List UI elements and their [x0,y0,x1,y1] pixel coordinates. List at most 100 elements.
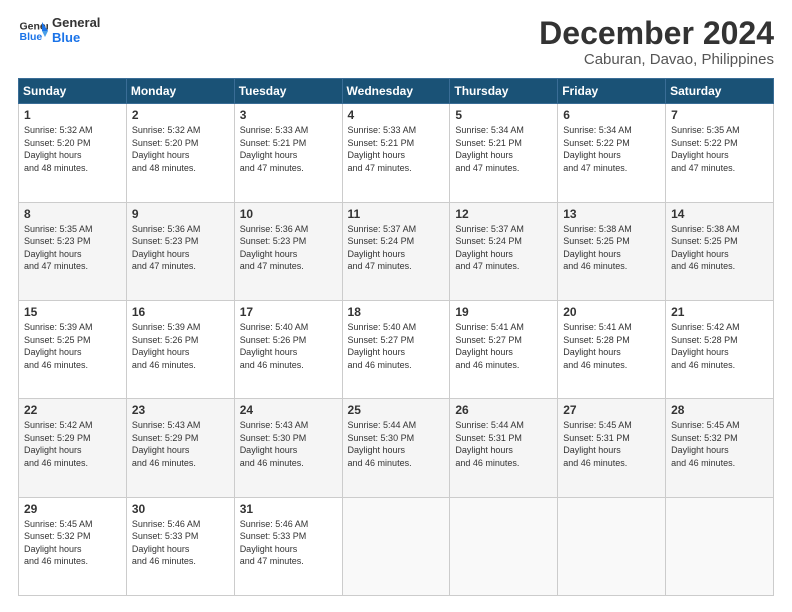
day-number: 19 [455,305,552,319]
day-number: 12 [455,207,552,221]
day-cell-18: 18 Sunrise: 5:40 AMSunset: 5:27 PMDaylig… [342,300,450,398]
day-number: 7 [671,108,768,122]
day-info: Sunrise: 5:41 AMSunset: 5:28 PMDaylight … [563,322,632,370]
day-info: Sunrise: 5:35 AMSunset: 5:22 PMDaylight … [671,125,740,173]
empty-cell-w4-d4 [450,497,558,595]
day-info: Sunrise: 5:34 AMSunset: 5:22 PMDaylight … [563,125,632,173]
day-cell-24: 24 Sunrise: 5:43 AMSunset: 5:30 PMDaylig… [234,399,342,497]
day-cell-29: 29 Sunrise: 5:45 AMSunset: 5:32 PMDaylig… [19,497,127,595]
day-cell-22: 22 Sunrise: 5:42 AMSunset: 5:29 PMDaylig… [19,399,127,497]
logo-line1: General [52,16,100,31]
day-number: 21 [671,305,768,319]
day-number: 27 [563,403,660,417]
logo-icon: General Blue [18,16,48,46]
day-cell-3: 3 Sunrise: 5:33 AMSunset: 5:21 PMDayligh… [234,104,342,202]
day-info: Sunrise: 5:38 AMSunset: 5:25 PMDaylight … [563,224,632,272]
day-info: Sunrise: 5:46 AMSunset: 5:33 PMDaylight … [132,519,201,567]
day-info: Sunrise: 5:39 AMSunset: 5:25 PMDaylight … [24,322,93,370]
day-cell-8: 8 Sunrise: 5:35 AMSunset: 5:23 PMDayligh… [19,202,127,300]
day-number: 15 [24,305,121,319]
day-number: 5 [455,108,552,122]
week-row-2: 8 Sunrise: 5:35 AMSunset: 5:23 PMDayligh… [19,202,774,300]
day-number: 18 [348,305,445,319]
day-info: Sunrise: 5:41 AMSunset: 5:27 PMDaylight … [455,322,524,370]
day-info: Sunrise: 5:39 AMSunset: 5:26 PMDaylight … [132,322,201,370]
weekday-header-row: Sunday Monday Tuesday Wednesday Thursday… [19,79,774,104]
day-number: 4 [348,108,445,122]
day-number: 8 [24,207,121,221]
empty-cell-w4-d6 [666,497,774,595]
day-cell-25: 25 Sunrise: 5:44 AMSunset: 5:30 PMDaylig… [342,399,450,497]
day-info: Sunrise: 5:43 AMSunset: 5:30 PMDaylight … [240,420,309,468]
day-cell-4: 4 Sunrise: 5:33 AMSunset: 5:21 PMDayligh… [342,104,450,202]
day-info: Sunrise: 5:34 AMSunset: 5:21 PMDaylight … [455,125,524,173]
day-number: 6 [563,108,660,122]
page: General Blue General Blue December 2024 … [0,0,792,612]
day-number: 22 [24,403,121,417]
day-number: 11 [348,207,445,221]
header-tuesday: Tuesday [234,79,342,104]
day-cell-15: 15 Sunrise: 5:39 AMSunset: 5:25 PMDaylig… [19,300,127,398]
day-info: Sunrise: 5:44 AMSunset: 5:31 PMDaylight … [455,420,524,468]
day-cell-28: 28 Sunrise: 5:45 AMSunset: 5:32 PMDaylig… [666,399,774,497]
day-cell-2: 2 Sunrise: 5:32 AMSunset: 5:20 PMDayligh… [126,104,234,202]
header: General Blue General Blue December 2024 … [18,16,774,68]
day-number: 3 [240,108,337,122]
day-cell-12: 12 Sunrise: 5:37 AMSunset: 5:24 PMDaylig… [450,202,558,300]
day-info: Sunrise: 5:40 AMSunset: 5:26 PMDaylight … [240,322,309,370]
day-info: Sunrise: 5:33 AMSunset: 5:21 PMDaylight … [348,125,417,173]
day-cell-16: 16 Sunrise: 5:39 AMSunset: 5:26 PMDaylig… [126,300,234,398]
day-info: Sunrise: 5:44 AMSunset: 5:30 PMDaylight … [348,420,417,468]
header-thursday: Thursday [450,79,558,104]
empty-cell-w4-d3 [342,497,450,595]
day-info: Sunrise: 5:46 AMSunset: 5:33 PMDaylight … [240,519,309,567]
day-cell-7: 7 Sunrise: 5:35 AMSunset: 5:22 PMDayligh… [666,104,774,202]
day-number: 17 [240,305,337,319]
day-cell-10: 10 Sunrise: 5:36 AMSunset: 5:23 PMDaylig… [234,202,342,300]
day-info: Sunrise: 5:42 AMSunset: 5:29 PMDaylight … [24,420,93,468]
day-cell-6: 6 Sunrise: 5:34 AMSunset: 5:22 PMDayligh… [558,104,666,202]
day-number: 30 [132,502,229,516]
day-cell-26: 26 Sunrise: 5:44 AMSunset: 5:31 PMDaylig… [450,399,558,497]
day-info: Sunrise: 5:33 AMSunset: 5:21 PMDaylight … [240,125,309,173]
day-number: 25 [348,403,445,417]
day-number: 26 [455,403,552,417]
day-info: Sunrise: 5:42 AMSunset: 5:28 PMDaylight … [671,322,740,370]
day-cell-27: 27 Sunrise: 5:45 AMSunset: 5:31 PMDaylig… [558,399,666,497]
day-number: 9 [132,207,229,221]
day-info: Sunrise: 5:36 AMSunset: 5:23 PMDaylight … [132,224,201,272]
day-info: Sunrise: 5:38 AMSunset: 5:25 PMDaylight … [671,224,740,272]
header-wednesday: Wednesday [342,79,450,104]
day-info: Sunrise: 5:36 AMSunset: 5:23 PMDaylight … [240,224,309,272]
day-cell-20: 20 Sunrise: 5:41 AMSunset: 5:28 PMDaylig… [558,300,666,398]
day-cell-21: 21 Sunrise: 5:42 AMSunset: 5:28 PMDaylig… [666,300,774,398]
week-row-3: 15 Sunrise: 5:39 AMSunset: 5:25 PMDaylig… [19,300,774,398]
day-number: 13 [563,207,660,221]
day-cell-11: 11 Sunrise: 5:37 AMSunset: 5:24 PMDaylig… [342,202,450,300]
day-info: Sunrise: 5:32 AMSunset: 5:20 PMDaylight … [24,125,93,173]
header-saturday: Saturday [666,79,774,104]
day-cell-5: 5 Sunrise: 5:34 AMSunset: 5:21 PMDayligh… [450,104,558,202]
day-number: 29 [24,502,121,516]
day-cell-19: 19 Sunrise: 5:41 AMSunset: 5:27 PMDaylig… [450,300,558,398]
day-info: Sunrise: 5:45 AMSunset: 5:32 PMDaylight … [24,519,93,567]
day-cell-23: 23 Sunrise: 5:43 AMSunset: 5:29 PMDaylig… [126,399,234,497]
day-info: Sunrise: 5:40 AMSunset: 5:27 PMDaylight … [348,322,417,370]
day-number: 16 [132,305,229,319]
day-info: Sunrise: 5:45 AMSunset: 5:32 PMDaylight … [671,420,740,468]
day-number: 31 [240,502,337,516]
day-number: 2 [132,108,229,122]
day-number: 20 [563,305,660,319]
day-number: 23 [132,403,229,417]
day-cell-31: 31 Sunrise: 5:46 AMSunset: 5:33 PMDaylig… [234,497,342,595]
logo-line2: Blue [52,31,100,46]
subtitle: Caburan, Davao, Philippines [539,51,774,68]
day-info: Sunrise: 5:35 AMSunset: 5:23 PMDaylight … [24,224,93,272]
main-title: December 2024 [539,16,774,51]
day-cell-14: 14 Sunrise: 5:38 AMSunset: 5:25 PMDaylig… [666,202,774,300]
day-number: 10 [240,207,337,221]
day-info: Sunrise: 5:37 AMSunset: 5:24 PMDaylight … [455,224,524,272]
day-info: Sunrise: 5:43 AMSunset: 5:29 PMDaylight … [132,420,201,468]
logo: General Blue General Blue [18,16,100,46]
day-cell-17: 17 Sunrise: 5:40 AMSunset: 5:26 PMDaylig… [234,300,342,398]
